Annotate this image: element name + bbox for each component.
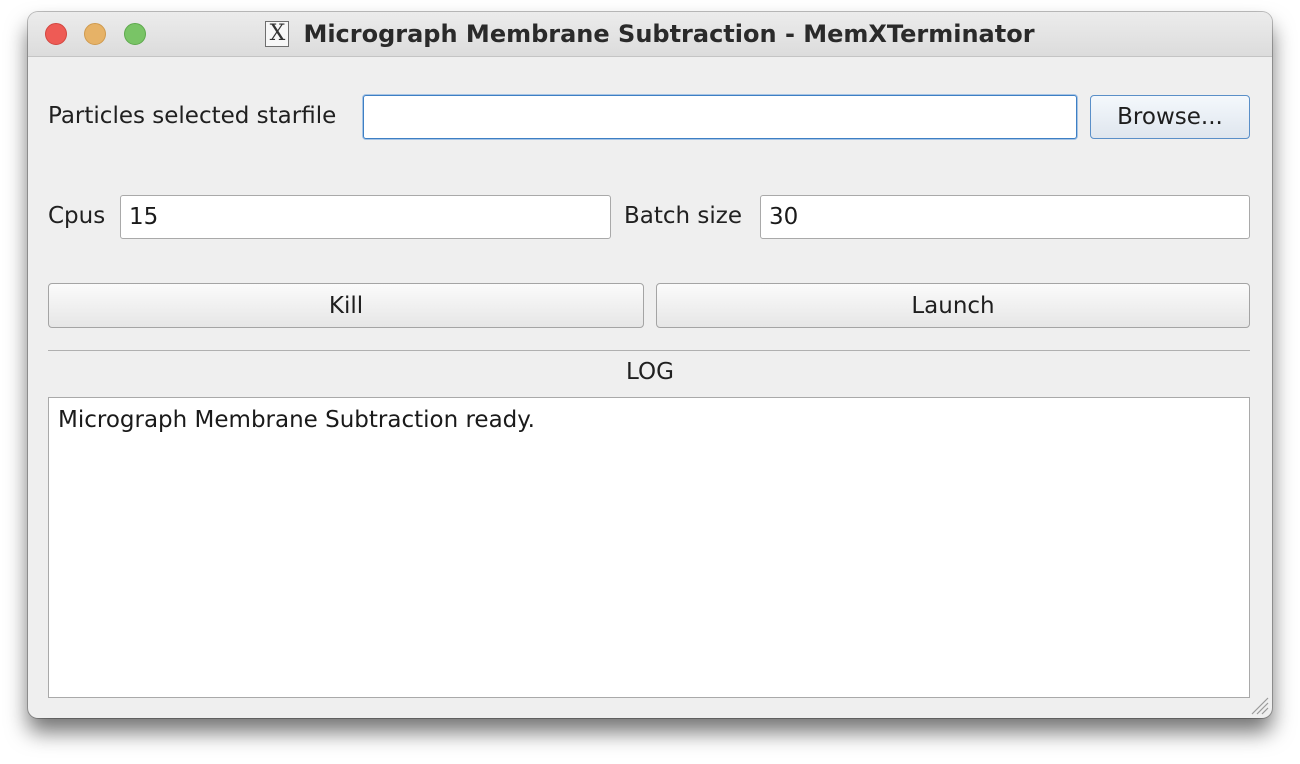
- window-title: Micrograph Membrane Subtraction - MemXTe…: [303, 20, 1035, 48]
- title-bar[interactable]: X Micrograph Membrane Subtraction - MemX…: [28, 12, 1272, 57]
- browse-button[interactable]: Browse...: [1090, 95, 1250, 139]
- resize-grip-icon[interactable]: [1246, 692, 1270, 716]
- app-window: X Micrograph Membrane Subtraction - MemX…: [28, 12, 1272, 718]
- title-group: X Micrograph Membrane Subtraction - MemX…: [28, 12, 1272, 56]
- log-output[interactable]: Micrograph Membrane Subtraction ready.: [48, 397, 1250, 698]
- starfile-label: Particles selected starfile: [48, 103, 337, 129]
- log-divider: [48, 350, 1250, 351]
- cpus-label: Cpus: [48, 203, 106, 229]
- starfile-input[interactable]: [363, 95, 1077, 139]
- batch-size-label: Batch size: [624, 203, 743, 229]
- cpus-input[interactable]: [120, 195, 611, 239]
- x11-app-icon: X: [265, 21, 290, 47]
- launch-button[interactable]: Launch: [656, 283, 1250, 328]
- batch-size-input[interactable]: [760, 195, 1250, 239]
- log-heading: LOG: [626, 359, 674, 385]
- kill-button[interactable]: Kill: [48, 283, 644, 328]
